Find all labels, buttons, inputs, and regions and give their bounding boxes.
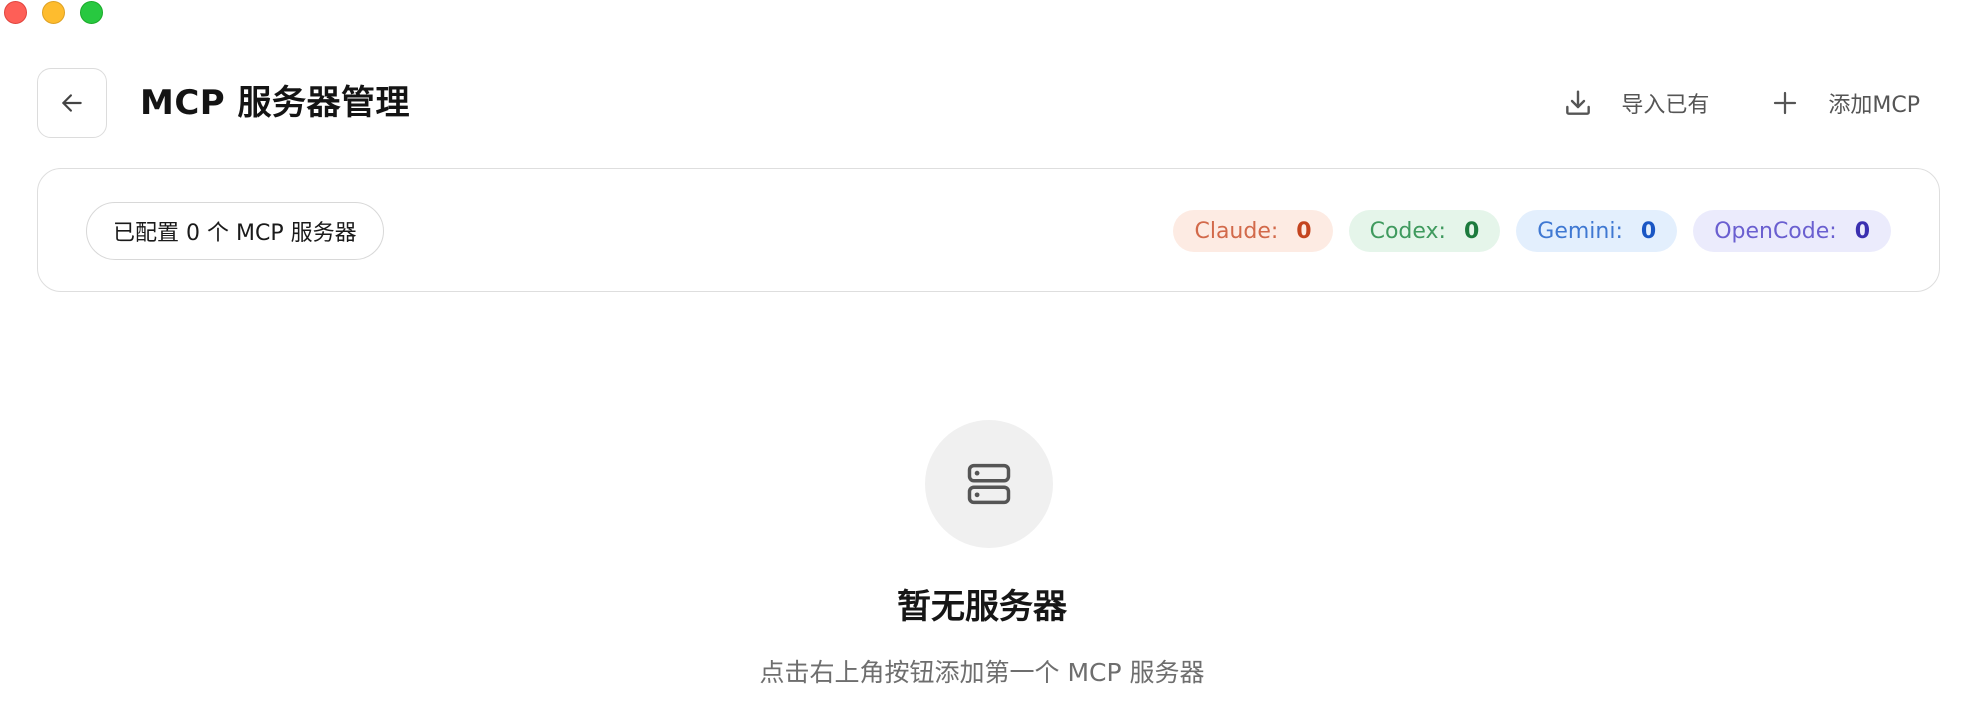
opencode-count-label: OpenCode: — [1714, 218, 1837, 244]
minimize-window-button[interactable] — [42, 1, 65, 24]
claude-count-value: 0 — [1296, 218, 1312, 244]
page-title: MCP 服务器管理 — [140, 83, 411, 123]
gemini-count-label: Gemini: — [1537, 218, 1623, 244]
codex-count-value: 0 — [1463, 218, 1480, 244]
claude-count-label: Claude: — [1194, 218, 1279, 244]
import-existing-button[interactable]: 导入已有 — [1560, 80, 1709, 126]
claude-count-badge: Claude: 0 — [1173, 210, 1333, 252]
arrow-left-icon — [62, 94, 82, 112]
summary-card: 已配置 0 个 MCP 服务器 Claude: 0 Codex: 0 Gemin… — [37, 168, 1940, 292]
add-mcp-button[interactable]: 添加MCP — [1767, 80, 1920, 126]
opencode-count-value: 0 — [1854, 218, 1870, 244]
gemini-count-value: 0 — [1640, 218, 1657, 244]
app-count-badges: Claude: 0 Codex: 0 Gemini: 0 OpenCode: 0 — [1173, 210, 1891, 252]
window-controls — [4, 1, 103, 24]
empty-state-icon-circle — [925, 420, 1053, 548]
import-existing-label: 导入已有 — [1621, 93, 1710, 118]
header-actions: 导入已有 添加MCP — [1560, 80, 1920, 126]
configured-count-badge: 已配置 0 个 MCP 服务器 — [86, 202, 384, 260]
download-icon — [1560, 85, 1596, 121]
gemini-count-badge: Gemini: 0 — [1516, 210, 1678, 252]
opencode-count-badge: OpenCode: 0 — [1693, 210, 1891, 252]
server-icon — [967, 463, 1011, 505]
app-window: MCP 服务器管理 导入已有 添加MCP 已配置 0 个 MCP 服务器 Cla… — [0, 0, 1964, 714]
close-window-button[interactable] — [4, 1, 27, 24]
empty-state-title: 暂无服务器 — [897, 587, 1067, 627]
back-button[interactable] — [37, 68, 107, 138]
codex-count-label: Codex: — [1369, 218, 1446, 244]
plus-icon — [1767, 85, 1803, 121]
maximize-window-button[interactable] — [80, 1, 103, 24]
empty-state-description: 点击右上角按钮添加第一个 MCP 服务器 — [759, 658, 1205, 687]
codex-count-badge: Codex: 0 — [1348, 210, 1501, 252]
add-mcp-label: 添加MCP — [1828, 93, 1920, 118]
